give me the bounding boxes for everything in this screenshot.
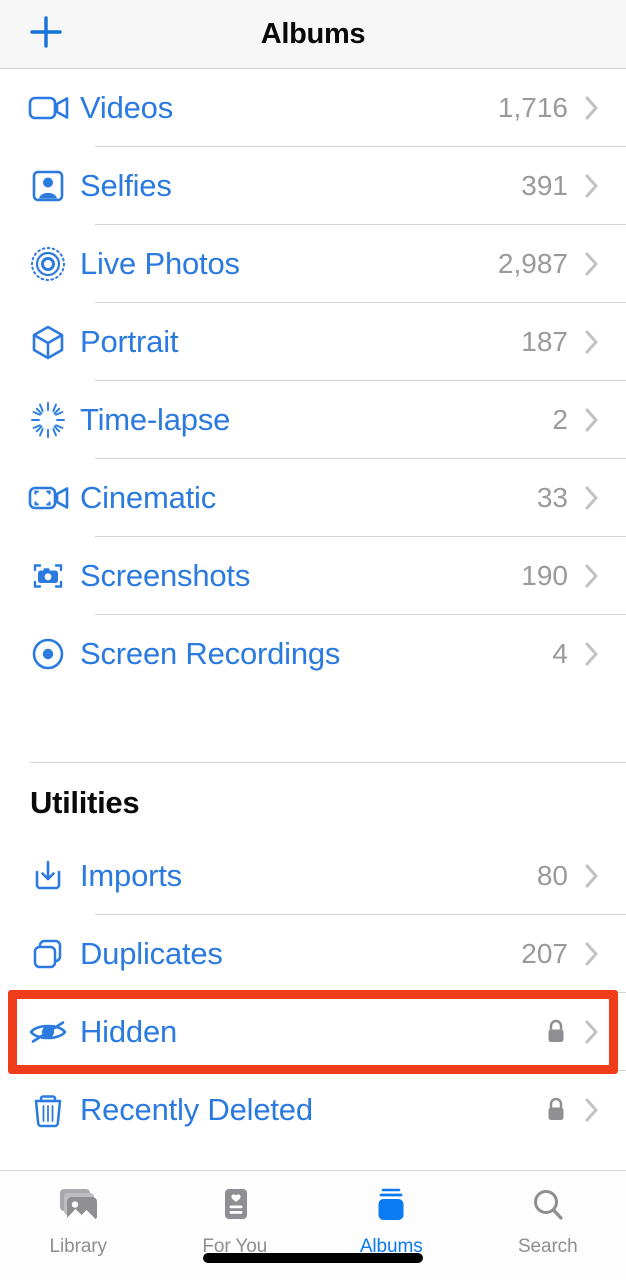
list-item-count: 80 <box>536 860 568 891</box>
chevron-right-icon <box>582 171 602 201</box>
page-title: Albums <box>260 17 366 50</box>
list-item-hidden[interactable]: Hidden <box>0 993 626 1071</box>
list-item-label: Screenshots <box>80 558 251 593</box>
albums-stack-icon <box>367 1183 415 1229</box>
list-item-portrait[interactable]: Portrait 187 <box>0 303 626 381</box>
list-item-count: 391 <box>521 170 568 201</box>
list-item-label: Screen Recordings <box>80 636 341 671</box>
list-item-screenshots[interactable]: Screenshots 190 <box>0 537 626 615</box>
screenshot-camera-icon <box>24 551 80 601</box>
list-item-count: 1,716 <box>497 92 568 123</box>
for-you-card-icon <box>211 1183 259 1229</box>
photo-stack-icon <box>54 1183 102 1229</box>
live-photo-icon <box>24 239 80 289</box>
chevron-right-icon <box>582 1095 602 1125</box>
list-item-count: 2,987 <box>497 248 568 279</box>
home-indicator <box>203 1253 423 1263</box>
list-item-label: Recently Deleted <box>80 1092 313 1127</box>
chevron-right-icon <box>582 1017 602 1047</box>
list-item-label: Cinematic <box>80 480 217 515</box>
list-item-count: 207 <box>521 938 568 969</box>
chevron-right-icon <box>582 939 602 969</box>
duplicate-squares-icon <box>24 929 80 979</box>
list-item-label: Live Photos <box>80 246 240 281</box>
chevron-right-icon <box>582 249 602 279</box>
list-item-label: Videos <box>80 90 174 125</box>
list-item-imports[interactable]: Imports 80 <box>0 837 626 915</box>
list-item-count: 187 <box>521 326 568 357</box>
list-item-time-lapse[interactable]: Time-lapse 2 <box>0 381 626 459</box>
trash-icon <box>24 1085 80 1135</box>
screen-recording-icon <box>24 629 80 679</box>
list-item-live-photos[interactable]: Live Photos 2,987 <box>0 225 626 303</box>
import-download-icon <box>24 851 80 901</box>
lock-icon <box>544 1017 568 1047</box>
add-album-button[interactable] <box>24 12 68 56</box>
list-item-screen-recordings[interactable]: Screen Recordings 4 <box>0 615 626 693</box>
list-item-count: 2 <box>552 404 568 435</box>
list-item-label: Portrait <box>80 324 179 359</box>
section-header-utilities: Utilities <box>30 785 140 820</box>
tab-albums[interactable]: Albums <box>313 1183 470 1258</box>
tab-library[interactable]: Library <box>0 1183 157 1258</box>
list-item-label: Hidden <box>80 1014 178 1049</box>
chevron-right-icon <box>582 861 602 891</box>
plus-icon <box>26 12 66 57</box>
list-item-count: 33 <box>536 482 568 513</box>
navigation-bar: Albums <box>0 0 626 69</box>
person-portrait-icon <box>24 161 80 211</box>
section-divider <box>0 693 626 763</box>
cube-icon <box>24 317 80 367</box>
cinematic-video-icon <box>24 473 80 523</box>
list-item-videos[interactable]: Videos 1,716 <box>0 69 626 147</box>
chevron-right-icon <box>582 327 602 357</box>
tab-bar: Library For You Albums Search <box>0 1170 626 1280</box>
list-item-cinematic[interactable]: Cinematic 33 <box>0 459 626 537</box>
chevron-right-icon <box>582 405 602 435</box>
list-item-count: 4 <box>552 638 568 669</box>
chevron-right-icon <box>582 639 602 669</box>
tab-label: Search <box>517 1236 578 1257</box>
albums-list[interactable]: Videos 1,716 Selfies 391 Live Photos 2,9… <box>0 69 626 1170</box>
list-item-label: Imports <box>80 858 182 893</box>
tab-search[interactable]: Search <box>470 1183 626 1258</box>
list-item-recently-deleted[interactable]: Recently Deleted <box>0 1071 626 1149</box>
lock-icon <box>544 1095 568 1125</box>
tab-for-you[interactable]: For You <box>157 1183 314 1258</box>
timelapse-icon <box>24 395 80 445</box>
chevron-right-icon <box>582 561 602 591</box>
chevron-right-icon <box>582 93 602 123</box>
list-item-selfies[interactable]: Selfies 391 <box>0 147 626 225</box>
photos-albums-screen: Albums Videos 1,716 Selfies 391 Live Pho… <box>0 0 626 1280</box>
list-item-count: 190 <box>521 560 568 591</box>
list-item-label: Selfies <box>80 168 172 203</box>
tab-label: Library <box>49 1236 107 1257</box>
magnifier-icon <box>524 1183 572 1229</box>
list-item-label: Duplicates <box>80 936 223 971</box>
hidden-eye-slash-icon <box>24 1007 80 1057</box>
video-camera-icon <box>24 83 80 133</box>
chevron-right-icon <box>582 483 602 513</box>
list-item-label: Time-lapse <box>80 402 231 437</box>
list-item-duplicates[interactable]: Duplicates 207 <box>0 915 626 993</box>
